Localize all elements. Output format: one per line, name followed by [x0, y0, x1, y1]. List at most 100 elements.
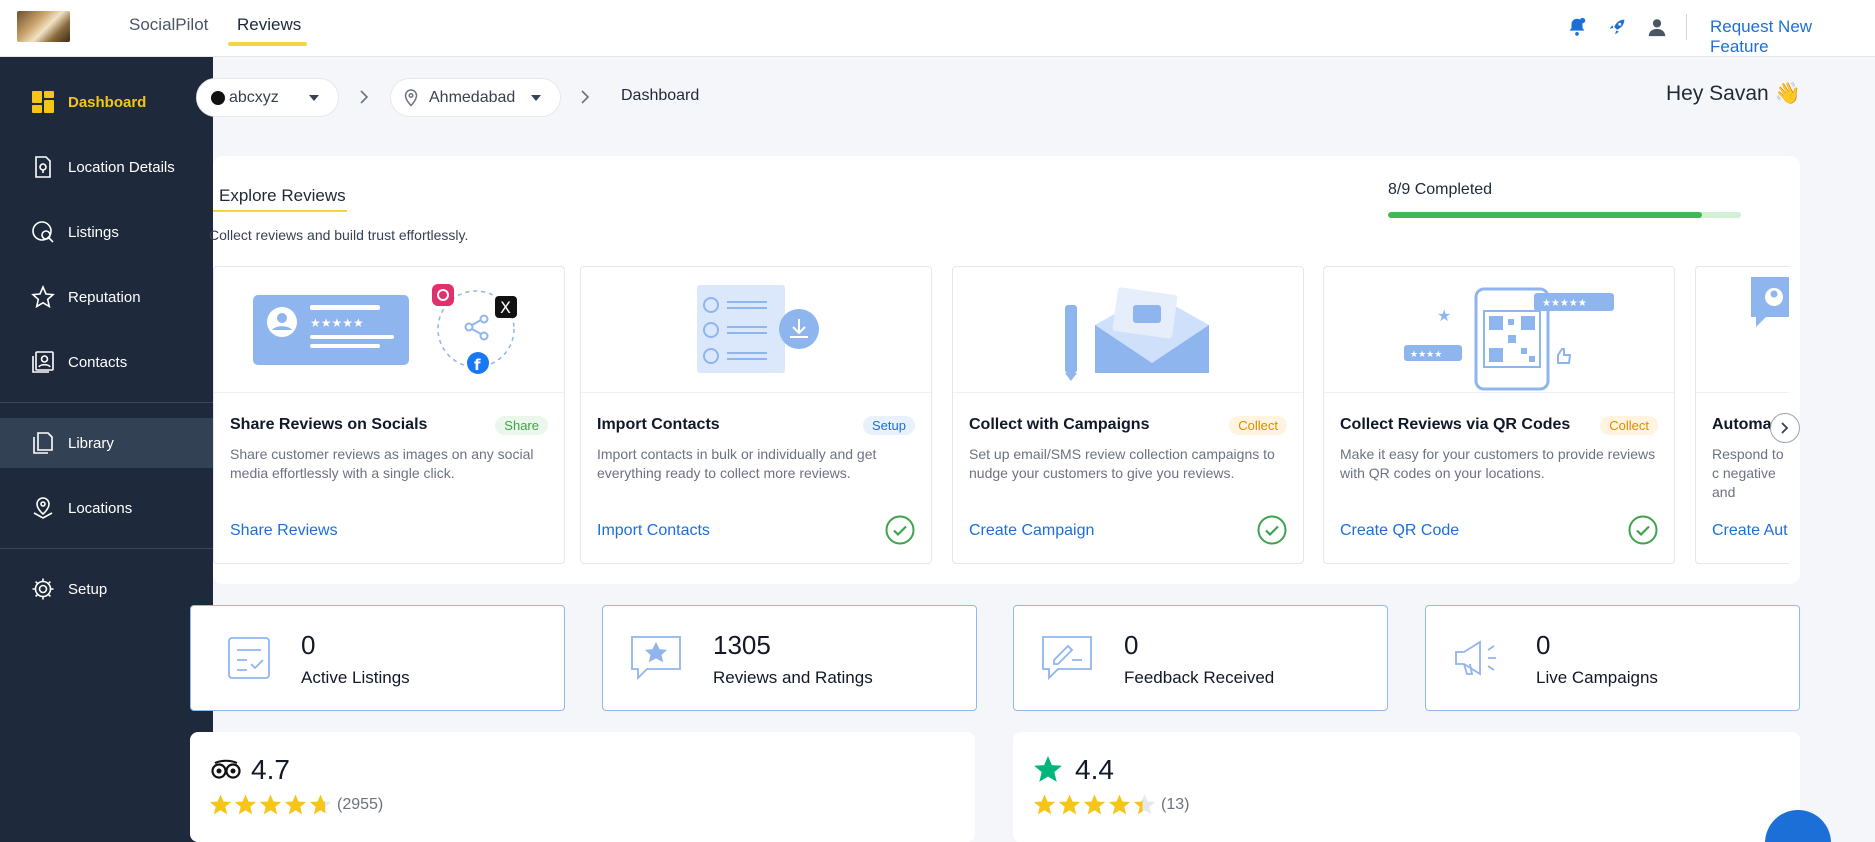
stat-label: Feedback Received — [1124, 668, 1275, 687]
star-icon — [30, 284, 56, 310]
topbar-divider — [1686, 14, 1687, 40]
progress-bar-fill — [1388, 212, 1702, 218]
stat-card-active-listings[interactable]: 0 Active Listings — [190, 605, 565, 711]
feature-card-description: Set up email/SMS review collection campa… — [969, 446, 1275, 481]
notification-bell-icon[interactable] — [1566, 16, 1588, 38]
sidebar-item-library[interactable]: Library — [0, 418, 213, 468]
feature-card-description: Respond to c negative and — [1712, 446, 1784, 500]
feature-card-description: Make it easy for your customers to provi… — [1340, 446, 1656, 481]
carousel-next-button[interactable] — [1770, 413, 1800, 443]
sidebar-item-label: Listings — [68, 223, 119, 241]
rating-card-tripadvisor[interactable] — [190, 732, 975, 842]
stat-card-reviews-ratings[interactable]: 1305 Reviews and Ratings — [602, 605, 977, 711]
sidebar-item-label: Contacts — [68, 353, 128, 371]
completed-check-icon — [1628, 515, 1658, 545]
tab-socialpilot[interactable]: SocialPilot — [129, 15, 208, 35]
progress-bar — [1388, 212, 1741, 218]
stat-label: Active Listings — [301, 668, 410, 687]
account-logo[interactable] — [17, 11, 70, 42]
star-icon — [1133, 794, 1156, 815]
star-icon — [1108, 794, 1131, 815]
star-icon — [309, 794, 332, 815]
feature-card-share-reviews: ★★★★★ X f Share Reviews on Socials Share… — [213, 266, 565, 564]
progress-label: 8/9 Completed — [1388, 181, 1493, 198]
stat-card-live-campaigns[interactable]: 0 Live Campaigns — [1425, 605, 1800, 711]
location-name: Ahmedabad — [429, 88, 516, 106]
request-new-feature-link[interactable]: Request New Feature — [1710, 17, 1875, 57]
chevron-down-icon — [531, 94, 541, 101]
checklist-icon — [228, 637, 270, 679]
sidebar-item-locations[interactable]: Locations — [0, 483, 213, 533]
tab-reviews[interactable]: Reviews — [237, 15, 301, 35]
active-tab-indicator — [228, 42, 307, 46]
feature-card-title: Automa — [1712, 416, 1772, 433]
location-selector[interactable]: Ahmedabad — [390, 78, 561, 117]
rating-score: 4.7 — [251, 754, 290, 785]
feature-card-title: Collect Reviews via QR Codes — [1340, 416, 1571, 433]
feature-card-title: Share Reviews on Socials — [230, 416, 428, 433]
sidebar-item-setup[interactable]: Setup — [0, 564, 213, 614]
sidebar-item-dashboard[interactable]: Dashboard — [0, 77, 213, 127]
user-profile-icon[interactable] — [1646, 16, 1668, 38]
rating-card-trustpilot[interactable] — [1013, 732, 1800, 842]
star-icon — [1033, 794, 1056, 815]
stat-value: 0 — [1124, 630, 1139, 660]
star-icon — [259, 794, 282, 815]
completed-check-icon — [885, 515, 915, 545]
contacts-icon — [30, 349, 56, 375]
rocket-icon[interactable] — [1606, 16, 1628, 38]
breadcrumb-chevron-icon — [581, 90, 590, 104]
qr-codes-illustration: ★★★★★ ★★★★ ★ — [1324, 267, 1674, 393]
create-qr-code-link[interactable]: Create QR Code — [1340, 522, 1459, 540]
chevron-right-icon — [1781, 422, 1789, 434]
completed-check-icon — [1257, 515, 1287, 545]
import-contacts-illustration — [581, 267, 931, 393]
stat-value: 0 — [301, 630, 316, 660]
create-auto-response-link[interactable]: Create Aut — [1712, 522, 1788, 540]
sidebar-item-reputation[interactable]: Reputation — [0, 272, 213, 322]
sidebar-item-location-details[interactable]: Location Details — [0, 142, 213, 192]
stat-value: 1305 — [713, 630, 771, 660]
sidebar-item-listings[interactable]: Listings — [0, 207, 213, 257]
star-icon — [234, 794, 257, 815]
star-icon — [284, 794, 307, 815]
star-icon — [1058, 794, 1081, 815]
sidebar-item-label: Dashboard — [68, 93, 147, 111]
feature-card-description: Import contacts in bulk or individually … — [597, 446, 877, 481]
stat-card-feedback[interactable]: 0 Feedback Received — [1013, 605, 1388, 711]
sidebar-item-label: Location Details — [68, 158, 175, 176]
location-details-icon — [30, 154, 56, 180]
explore-title: Explore Reviews — [219, 186, 346, 205]
brand-logo-icon — [211, 90, 225, 105]
stat-label: Live Campaigns — [1536, 668, 1658, 687]
review-star-icon — [631, 636, 681, 681]
brand-selector[interactable]: abcxyz — [196, 78, 339, 117]
brand-name: abcxyz — [229, 88, 279, 106]
sidebar-item-label: Library — [68, 434, 114, 452]
share-reviews-link[interactable]: Share Reviews — [230, 522, 338, 540]
svg-text:f: f — [474, 356, 481, 374]
sidebar-item-label: Locations — [68, 499, 133, 517]
feature-card-title: Collect with Campaigns — [969, 416, 1150, 433]
explore-subtitle: Collect reviews and build trust effortle… — [209, 227, 469, 243]
sidebar-item-contacts[interactable]: Contacts — [0, 337, 213, 387]
import-contacts-link[interactable]: Import Contacts — [597, 522, 710, 540]
feature-card-title: Import Contacts — [597, 416, 720, 433]
svg-text:★★★★: ★★★★ — [1410, 350, 1442, 360]
breadcrumb-chevron-icon — [360, 90, 369, 104]
star-icon — [1083, 794, 1106, 815]
rating-score: 4.4 — [1075, 754, 1114, 785]
stat-value: 0 — [1536, 630, 1551, 660]
greeting: Hey Savan 👋 — [1666, 82, 1801, 105]
listings-icon — [30, 219, 56, 245]
svg-text:★: ★ — [1437, 306, 1451, 325]
create-campaign-link[interactable]: Create Campaign — [969, 522, 1094, 540]
sidebar-item-label: Reputation — [68, 288, 141, 306]
feature-card-badge: Setup — [863, 416, 915, 435]
explore-title-underline — [213, 210, 347, 212]
sidebar-item-label: Setup — [68, 580, 108, 598]
chevron-down-icon — [309, 94, 319, 101]
share-reviews-illustration: ★★★★★ X f — [214, 267, 564, 393]
svg-text:X: X — [500, 298, 511, 317]
rating-stars — [209, 793, 332, 816]
